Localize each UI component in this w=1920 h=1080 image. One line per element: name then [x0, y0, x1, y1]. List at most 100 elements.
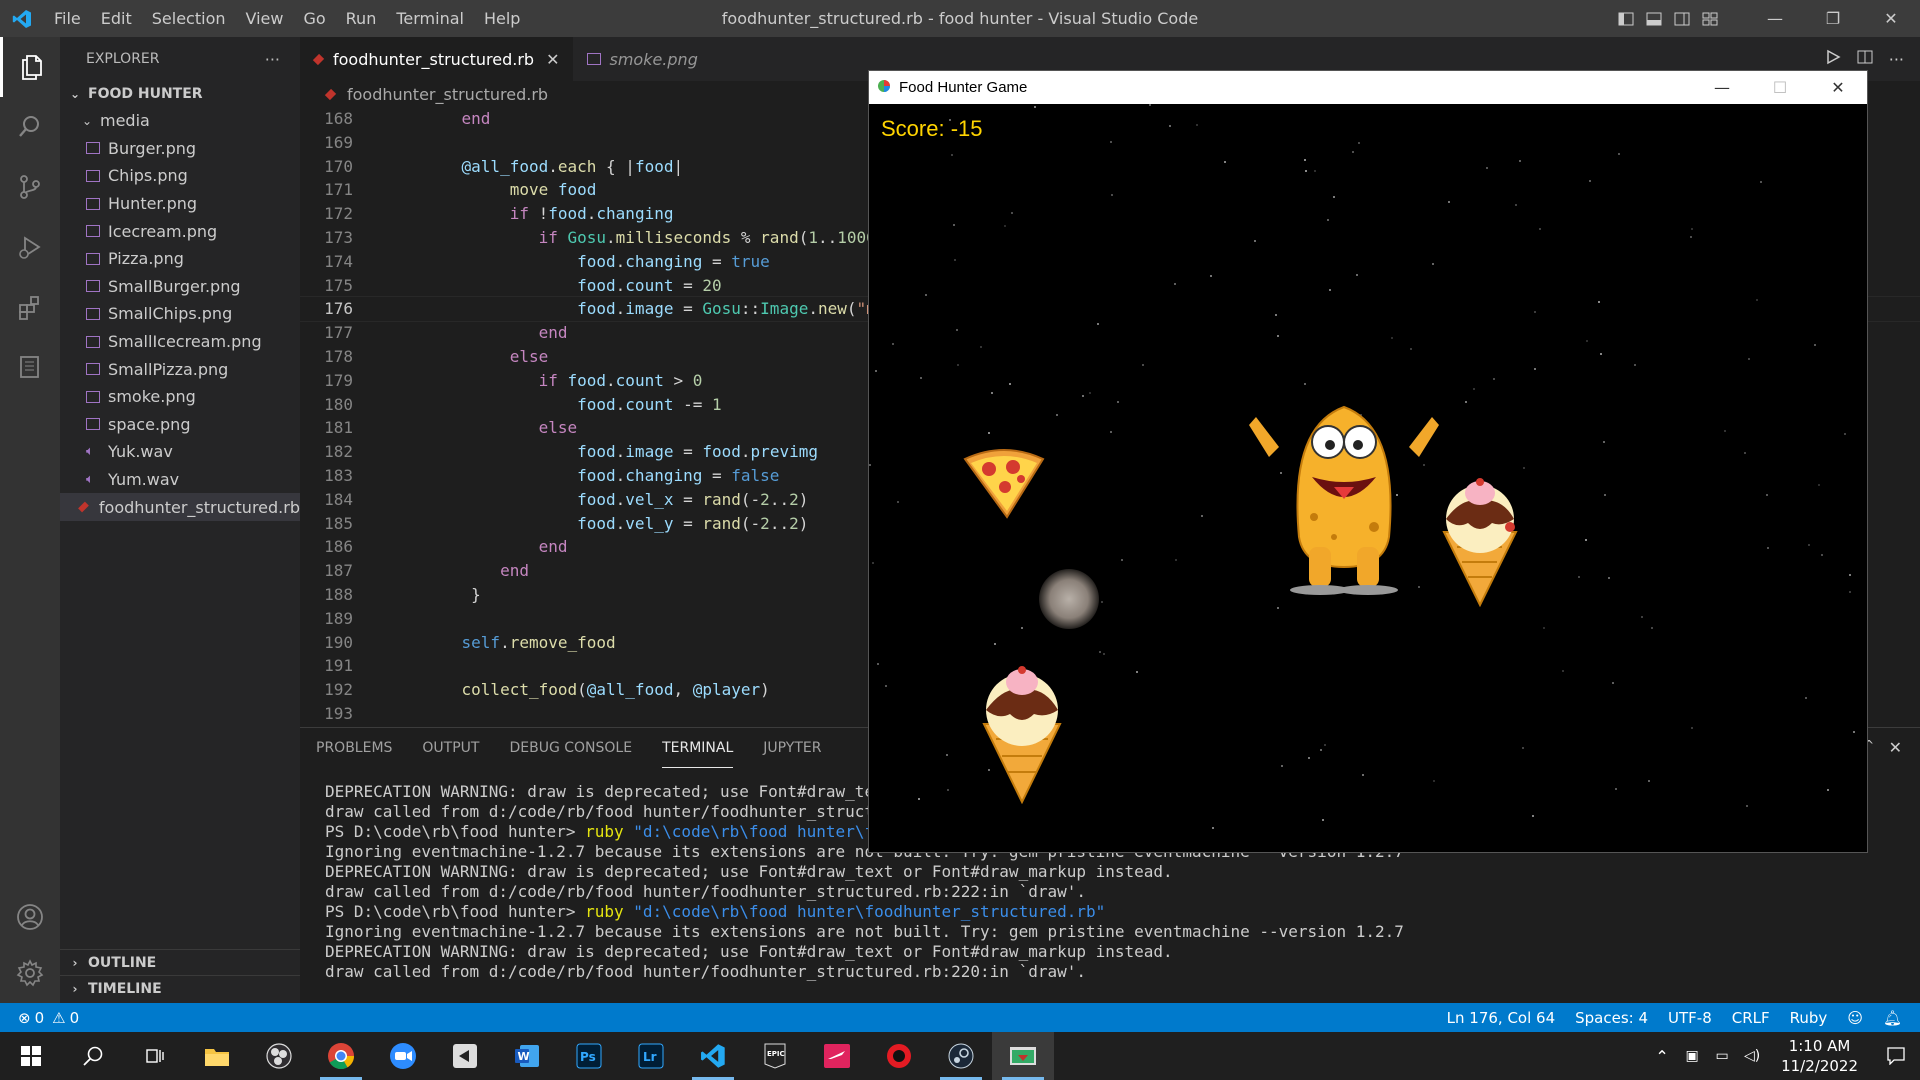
clock[interactable]: 1:10 AM 11/2/2022 — [1767, 1036, 1872, 1076]
toggle-panel-icon[interactable] — [1640, 0, 1668, 37]
file-item[interactable]: Chips.png — [60, 162, 300, 190]
game-canvas[interactable]: Score: -15 — [869, 104, 1867, 852]
explorer-title: EXPLORER — [86, 51, 160, 67]
tab-foodhunter-structured[interactable]: foodhunter_structured.rb ✕ — [300, 37, 574, 81]
problems-status[interactable]: ⊗ 0 ⚠ 0 — [0, 1009, 89, 1027]
explorer-icon[interactable] — [0, 37, 60, 97]
game-close-button[interactable]: ✕ — [1809, 71, 1867, 104]
panel-tab-terminal[interactable]: TERMINAL — [662, 728, 734, 768]
network-icon[interactable]: ▭ — [1707, 1048, 1737, 1064]
title-controls: — ❐ ✕ — [1612, 0, 1920, 37]
panel-tab-jupyter[interactable]: JUPYTER — [763, 728, 821, 768]
feedback-icon[interactable]: ☺ — [1837, 1009, 1873, 1027]
file-item[interactable]: SmallBurger.png — [60, 273, 300, 301]
restore-button[interactable]: ❐ — [1804, 0, 1862, 37]
minimize-button[interactable]: — — [1746, 0, 1804, 37]
file-item[interactable]: space.png — [60, 411, 300, 439]
remote-explorer-icon[interactable] — [0, 337, 60, 397]
menu-run[interactable]: Run — [336, 0, 387, 37]
settings-gear-icon[interactable] — [0, 943, 60, 1003]
outline-section[interactable]: › OUTLINE — [60, 949, 300, 976]
end-of-line[interactable]: CRLF — [1722, 1009, 1780, 1027]
close-panel-icon[interactable]: ✕ — [1889, 738, 1902, 757]
desktop: File Edit Selection View Go Run Terminal Help f… — [0, 0, 1920, 1080]
menu-file[interactable]: File — [44, 0, 91, 37]
menu-view[interactable]: View — [236, 0, 294, 37]
panel-tab-problems[interactable]: PROBLEMS — [316, 728, 392, 768]
file-item[interactable]: SmallIcecream.png — [60, 328, 300, 356]
customize-layout-icon[interactable] — [1696, 0, 1724, 37]
file-explorer-icon[interactable] — [186, 1032, 248, 1080]
file-item[interactable]: Pizza.png — [60, 245, 300, 273]
star — [872, 562, 874, 564]
language-mode[interactable]: Ruby — [1780, 1009, 1838, 1027]
forza-icon[interactable] — [806, 1032, 868, 1080]
project-folder-header[interactable]: ⌄ FOOD HUNTER — [60, 81, 300, 107]
obs-icon[interactable] — [248, 1032, 310, 1080]
menu-selection[interactable]: Selection — [142, 0, 236, 37]
notifications-icon[interactable] — [1872, 1047, 1920, 1065]
folder-media[interactable]: ⌄ media — [60, 107, 300, 135]
panel-tab-output[interactable]: OUTPUT — [422, 728, 479, 768]
panel-tab-debug-console[interactable]: DEBUG CONSOLE — [509, 728, 632, 768]
extensions-icon[interactable] — [0, 277, 60, 337]
indentation[interactable]: Spaces: 4 — [1565, 1009, 1658, 1027]
game-maximize-button[interactable]: ☐ — [1751, 71, 1809, 104]
game-app-icon[interactable] — [868, 1032, 930, 1080]
unity-icon[interactable] — [434, 1032, 496, 1080]
close-tab-icon[interactable]: ✕ — [546, 50, 559, 69]
file-item[interactable]: smoke.png — [60, 383, 300, 411]
encoding[interactable]: UTF-8 — [1658, 1009, 1722, 1027]
word-icon[interactable]: W — [496, 1032, 558, 1080]
cursor-position[interactable]: Ln 176, Col 64 — [1437, 1009, 1565, 1027]
file-item[interactable]: Burger.png — [60, 135, 300, 163]
start-icon[interactable] — [0, 1032, 62, 1080]
warning-icon: ⚠ — [52, 1008, 66, 1027]
menu-edit[interactable]: Edit — [91, 0, 142, 37]
volume-icon[interactable]: ◁) — [1737, 1048, 1767, 1064]
accounts-icon[interactable] — [0, 887, 60, 947]
run-icon[interactable] — [1825, 49, 1841, 69]
file-item[interactable]: 🔈︎ Yum.wav — [60, 466, 300, 494]
file-item[interactable]: SmallPizza.png — [60, 355, 300, 383]
star — [1818, 484, 1820, 486]
photoshop-icon[interactable]: Ps — [558, 1032, 620, 1080]
chrome-icon[interactable] — [310, 1032, 372, 1080]
more-actions-button[interactable]: ··· — [265, 50, 280, 69]
toggle-sidebar-icon[interactable] — [1612, 0, 1640, 37]
more-icon[interactable]: ··· — [1889, 50, 1904, 69]
steam-icon[interactable] — [930, 1032, 992, 1080]
source-control-icon[interactable] — [0, 157, 60, 217]
timeline-section[interactable]: › TIMELINE — [60, 975, 300, 1002]
menu-terminal[interactable]: Terminal — [386, 0, 474, 37]
vscode-taskbar-icon[interactable] — [682, 1032, 744, 1080]
split-editor-icon[interactable] — [1857, 49, 1873, 69]
notifications-bell-icon[interactable]: 🔔︎ — [1873, 1009, 1920, 1027]
task-view-icon[interactable] — [124, 1032, 186, 1080]
taskbar-search-icon[interactable] — [62, 1032, 124, 1080]
ruby-game-icon[interactable] — [992, 1032, 1054, 1080]
file-item[interactable]: Icecream.png — [60, 217, 300, 245]
tab-smoke-png[interactable]: smoke.png — [573, 37, 711, 81]
star — [1410, 348, 1412, 350]
show-hidden-icons-icon[interactable]: ⌃ — [1647, 1047, 1677, 1066]
search-icon[interactable] — [0, 97, 60, 157]
star — [1600, 353, 1602, 355]
game-title-bar[interactable]: Food Hunter Game — ☐ ✕ — [869, 71, 1867, 104]
toggle-secondary-sidebar-icon[interactable] — [1668, 0, 1696, 37]
device-icon[interactable]: ▣ — [1677, 1048, 1707, 1064]
file-item[interactable]: Hunter.png — [60, 190, 300, 218]
star — [1011, 212, 1013, 214]
epic-games-icon[interactable]: EPIC — [744, 1032, 806, 1080]
game-minimize-button[interactable]: — — [1693, 71, 1751, 104]
file-item[interactable]: SmallChips.png — [60, 300, 300, 328]
lightroom-icon[interactable]: Lr — [620, 1032, 682, 1080]
zoom-icon[interactable] — [372, 1032, 434, 1080]
close-button[interactable]: ✕ — [1862, 0, 1920, 37]
star — [1304, 159, 1306, 161]
menu-go[interactable]: Go — [293, 0, 335, 37]
menu-help[interactable]: Help — [474, 0, 530, 37]
file-item[interactable]: 🔈︎ Yuk.wav — [60, 438, 300, 466]
run-debug-icon[interactable] — [0, 217, 60, 277]
file-foodhunter-structured[interactable]: foodhunter_structured.rb — [60, 493, 300, 521]
